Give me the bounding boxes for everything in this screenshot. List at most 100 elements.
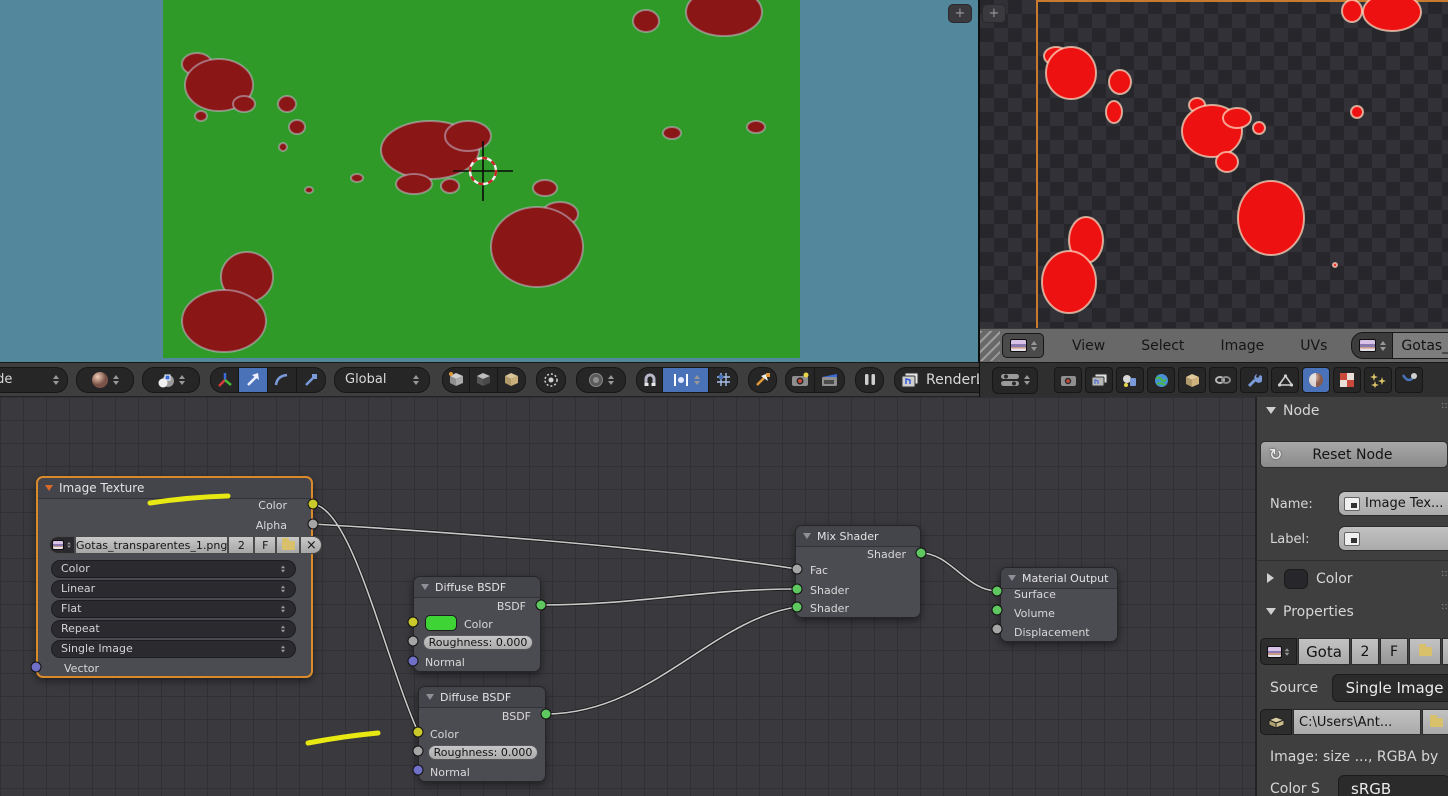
image-name-field[interactable]: Gotas_tran [1393, 332, 1448, 359]
projection-dropdown[interactable]: Flat [51, 600, 296, 618]
layer-cube-button-3[interactable] [498, 367, 526, 393]
tab-particles[interactable] [1364, 367, 1392, 393]
collapse-triangle-icon[interactable] [803, 533, 811, 539]
properties-section-header[interactable]: Properties [1283, 604, 1354, 620]
open-image-button[interactable] [276, 536, 300, 554]
menu-view[interactable]: View [1072, 338, 1105, 354]
reset-node-button[interactable]: ↻ Reset Node [1260, 441, 1448, 468]
tab-object[interactable] [1178, 367, 1206, 393]
tab-modifiers[interactable] [1240, 367, 1268, 393]
panel-drag-dots[interactable]: :: [1441, 403, 1445, 415]
corner-resize-grip[interactable] [980, 331, 1000, 361]
viewport-shading-dropdown[interactable] [76, 367, 134, 393]
fake-user-button[interactable]: F [1380, 638, 1408, 665]
panel-drag-dots[interactable]: :: [1441, 604, 1445, 616]
image-datablock-selector[interactable]: Gotas_tran [1351, 332, 1448, 359]
properties-collapse-triangle[interactable] [1266, 608, 1276, 615]
node-section-header[interactable]: Node [1283, 403, 1320, 419]
panel-drag-dots[interactable]: :: [1441, 571, 1445, 583]
users-count-button[interactable]: 2 [1351, 638, 1379, 665]
roughness-slider[interactable]: Roughness: 0.000 [423, 635, 533, 650]
image-name-field[interactable]: Gotas_transparentes_1.png [75, 536, 228, 554]
editor-type-dropdown[interactable] [992, 367, 1038, 394]
snap-element-dropdown[interactable] [663, 367, 709, 393]
source-dropdown[interactable]: Single Image [51, 640, 296, 658]
image-browse-button[interactable] [1351, 332, 1393, 359]
snap-grid-button[interactable] [709, 367, 738, 393]
menu-image[interactable]: Image [1220, 338, 1264, 354]
node-header[interactable]: Diffuse BSDF [414, 577, 540, 598]
manipulator-translate-button[interactable] [239, 367, 268, 393]
collapse-triangle-icon[interactable] [426, 694, 434, 700]
node-material-output[interactable]: Material Output Surface Volume Displacem… [1000, 567, 1118, 642]
3d-viewport[interactable]: + [0, 0, 979, 362]
image-browse-button[interactable] [49, 536, 75, 554]
tab-render[interactable] [1054, 367, 1082, 393]
node-header[interactable]: Mix Shader [796, 526, 920, 547]
tab-object-data[interactable] [1271, 367, 1299, 393]
label-field[interactable] [1338, 526, 1448, 551]
image-add-region-button[interactable]: + [982, 4, 1006, 23]
interpolation-dropdown[interactable]: Linear [51, 580, 296, 598]
unlink-image-button[interactable]: × [1442, 638, 1448, 665]
node-diffuse-bsdf-top[interactable]: Diffuse BSDF BSDF Color Roughness: 0.000… [413, 576, 541, 672]
color-swatch[interactable] [1284, 569, 1308, 589]
menu-select[interactable]: Select [1141, 338, 1184, 354]
snap-magnet-button[interactable] [636, 367, 663, 393]
source-dropdown[interactable]: Single Image [1332, 674, 1448, 702]
editor-type-dropdown[interactable] [1002, 333, 1044, 358]
name-field[interactable]: Image Tex... [1338, 491, 1448, 516]
node-image-texture[interactable]: Image Texture Color Alpha Gotas_transpar… [36, 476, 313, 678]
image-name-field[interactable]: Gota [1298, 638, 1350, 665]
render-still-button[interactable] [785, 367, 815, 393]
tab-physics[interactable] [1395, 367, 1423, 393]
node-mix-shader[interactable]: Mix Shader Shader Fac Shader Shader [795, 525, 921, 618]
tab-constraints[interactable] [1209, 367, 1237, 393]
diffuse-color-swatch[interactable] [425, 615, 457, 631]
render-animation-button[interactable] [815, 367, 845, 393]
collapse-triangle-icon[interactable] [1008, 575, 1016, 581]
pivot-point-dropdown[interactable] [142, 367, 200, 393]
node-diffuse-bsdf-bottom[interactable]: Diffuse BSDF BSDF Color Roughness: 0.000… [418, 686, 546, 782]
tab-world[interactable] [1147, 367, 1175, 393]
node-header[interactable]: Material Output [1001, 568, 1117, 589]
image-browse-button[interactable] [1260, 638, 1297, 665]
mode-dropdown[interactable]: Mode [0, 367, 68, 393]
open-file-button[interactable] [1422, 709, 1448, 735]
extension-dropdown[interactable]: Repeat [51, 620, 296, 638]
color-space-dropdown[interactable]: Color [51, 560, 296, 578]
transform-orientation-dropdown[interactable]: Global [334, 367, 430, 393]
pause-button[interactable] [855, 367, 884, 393]
filepath-icon-button[interactable] [1260, 709, 1292, 735]
unlink-image-button[interactable]: × [300, 536, 322, 554]
color-section-header[interactable]: Color [1316, 571, 1353, 587]
menu-uvs[interactable]: UVs [1300, 338, 1327, 354]
limit-selection-button[interactable] [536, 367, 566, 393]
open-image-button[interactable] [1409, 638, 1441, 665]
render-layer-dropdown[interactable]: RenderLayer1 [894, 367, 979, 393]
node-editor[interactable]: Image Texture Color Alpha Gotas_transpar… [0, 397, 1255, 796]
manipulator-rotate-button[interactable] [268, 367, 297, 393]
node-header[interactable]: Image Texture [38, 478, 311, 499]
node-header[interactable]: Diffuse BSDF [419, 687, 545, 708]
collapse-triangle-icon[interactable] [45, 485, 53, 491]
roughness-slider[interactable]: Roughness: 0.000 [428, 745, 538, 760]
manipulator-axis-button[interactable] [210, 367, 239, 393]
tab-render-layers[interactable] [1085, 367, 1113, 393]
users-count-button[interactable]: 2 [228, 536, 254, 554]
collapse-triangle-icon[interactable] [421, 584, 429, 590]
tab-texture[interactable] [1333, 367, 1361, 393]
fake-user-button[interactable]: F [254, 536, 276, 554]
viewport-add-region-button[interactable]: + [948, 4, 972, 23]
tab-material[interactable] [1302, 367, 1330, 393]
uv-image-editor[interactable]: + [980, 0, 1448, 328]
panel-collapse-triangle[interactable] [1266, 407, 1276, 414]
manipulator-scale-button[interactable] [297, 367, 326, 393]
color-collapse-triangle[interactable] [1267, 573, 1274, 583]
layer-cube-button-2[interactable] [470, 367, 498, 393]
snap-peel-button[interactable] [748, 367, 777, 393]
layer-cube-button-1[interactable] [442, 367, 470, 393]
filepath-field[interactable]: C:\Users\Ant... [1293, 709, 1421, 735]
colorspace-dropdown[interactable]: sRGB [1338, 775, 1448, 796]
tab-scene[interactable] [1116, 367, 1144, 393]
